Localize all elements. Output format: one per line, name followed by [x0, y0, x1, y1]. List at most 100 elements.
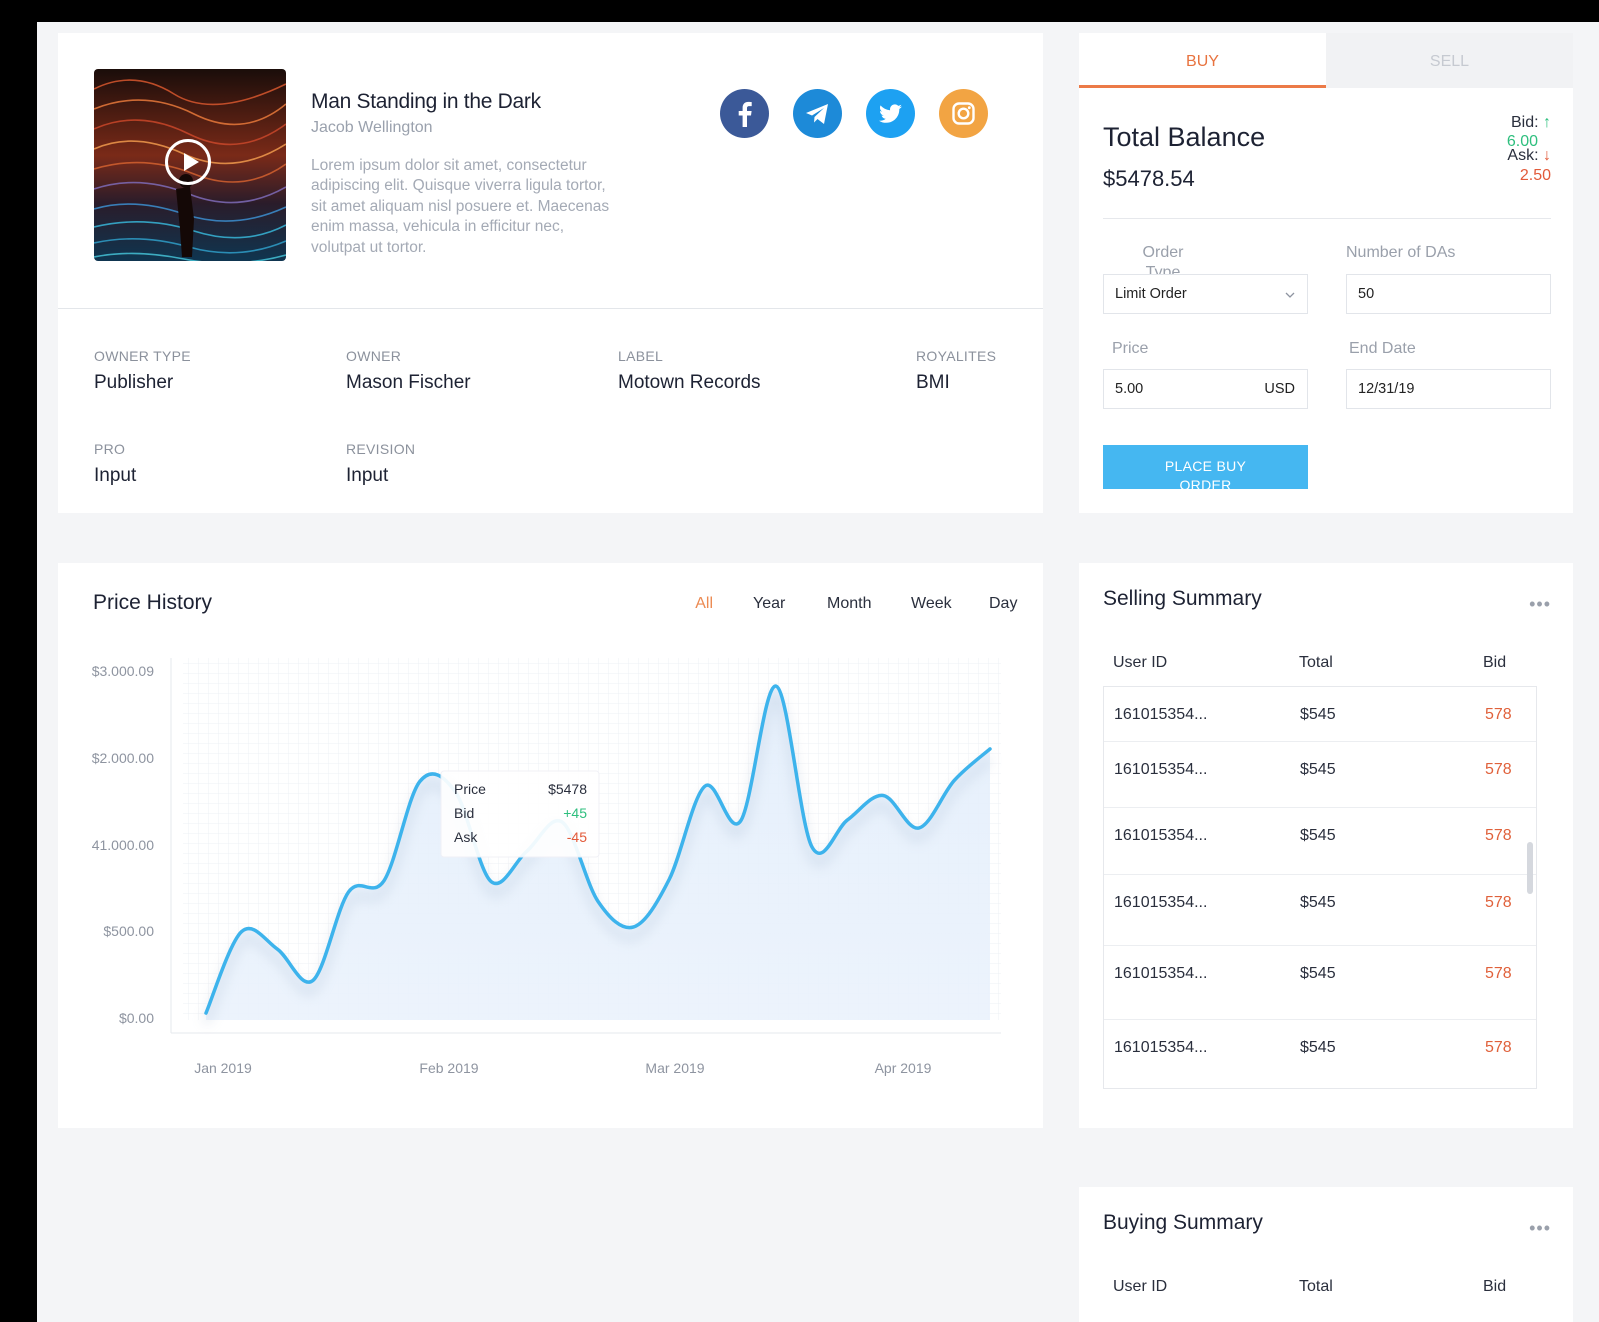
owner-type-value: Publisher [94, 372, 174, 393]
x-tick-label: Jan 2019 [194, 1060, 252, 1076]
table-row[interactable]: 161015354... $545 578 [1104, 807, 1536, 875]
revision-value: Input [346, 465, 389, 486]
price-point [917, 826, 920, 830]
cell-bid: 578 [1485, 706, 1512, 723]
cell-user-id: 161015354... [1114, 965, 1208, 982]
play-button[interactable] [165, 139, 211, 185]
chart-tooltip: Price $5478 Bid +45 Ask -45 [440, 770, 600, 858]
royalites-value: BMI [916, 372, 950, 393]
tab-sell[interactable]: SELL [1326, 33, 1573, 88]
column-header-bid[interactable]: Bid [1483, 654, 1506, 672]
table-row[interactable]: 161015354... $545 578 [1104, 874, 1536, 946]
price-history-chart: $3.000.09$2.000.0041.000.00$500.00$0.00 … [92, 658, 1001, 1076]
range-tab-all[interactable]: All [691, 594, 713, 614]
number-of-das-input[interactable]: 50 [1346, 274, 1551, 314]
more-options-icon[interactable]: ••• [1529, 1218, 1551, 1239]
column-header-user-id[interactable]: User ID [1113, 1278, 1167, 1296]
cell-user-id: 161015354... [1114, 894, 1208, 911]
tab-buy[interactable]: BUY [1079, 33, 1326, 88]
price-point [489, 880, 493, 883]
telegram-icon [806, 104, 828, 124]
ask-value: 2.50 [1519, 167, 1551, 184]
track-title: Man Standing in the Dark [311, 90, 541, 113]
end-date-label: End Date [1349, 340, 1416, 357]
price-history-title: Price History [93, 591, 213, 614]
bid-label: Bid: [1510, 114, 1539, 131]
column-header-user-id[interactable]: User ID [1113, 654, 1167, 672]
price-label: Price [1112, 340, 1149, 357]
y-tick-label: 41.000.00 [92, 837, 154, 853]
cell-user-id: 161015354... [1114, 761, 1208, 778]
cell-user-id: 161015354... [1114, 706, 1208, 723]
table-row[interactable]: 161015354... $545 578 [1104, 945, 1536, 1020]
buying-summary-card: Buying Summary ••• User ID Total Bid [1079, 1187, 1573, 1322]
owner-label: OWNER [346, 348, 402, 364]
selling-summary-table: 161015354... $545 578 161015354... $545 578 16… [1103, 686, 1537, 1089]
y-tick-label: $3.000.09 [92, 663, 154, 679]
tooltip-price-label: Price [454, 781, 486, 797]
tooltip-price-value: $5478 [548, 781, 587, 797]
cell-total: $545 [1300, 965, 1336, 982]
price-input[interactable]: 5.00 USD [1103, 369, 1308, 409]
cell-total: $545 [1300, 1039, 1336, 1056]
cell-bid: 578 [1485, 761, 1512, 778]
twitter-share-button[interactable] [866, 89, 915, 138]
twitter-icon [879, 104, 902, 123]
track-card: Man Standing in the Dark Jacob Wellingto… [58, 33, 1043, 513]
telegram-share-button[interactable] [793, 89, 842, 138]
label-label: LABEL [618, 348, 664, 364]
owner-value: Mason Fischer [346, 372, 471, 393]
selling-table-scrollbar[interactable] [1527, 842, 1533, 894]
selling-summary-title: Selling Summary [1103, 587, 1262, 610]
y-axis-ticks: $3.000.09 $2.000.00 41.000.00 $500.00 $0.00 [92, 663, 155, 1026]
price-point [668, 878, 671, 881]
facebook-share-button[interactable] [720, 89, 769, 138]
more-options-icon[interactable]: ••• [1529, 594, 1551, 615]
ask-label: Ask: [1507, 147, 1539, 164]
buying-summary-title: Buying Summary [1103, 1211, 1263, 1234]
x-axis-ticks: Jan 2019 Feb 2019 Mar 2019 Apr 2019 [194, 1060, 931, 1076]
selling-summary-card: Selling Summary ••• User ID Total Bid 16… [1079, 563, 1573, 1128]
cell-total: $545 [1300, 894, 1336, 911]
cell-user-id: 161015354... [1114, 827, 1208, 844]
column-header-total[interactable]: Total [1299, 1278, 1333, 1296]
price-point [382, 879, 386, 882]
order-card: BUY SELL Total Balance $5478.54 Bid: ↑ 6… [1079, 33, 1573, 513]
chevron-down-icon [1285, 292, 1295, 298]
cell-total: $545 [1300, 706, 1336, 723]
facebook-icon [738, 101, 752, 127]
price-point [204, 1011, 208, 1015]
total-balance-title: Total Balance [1103, 122, 1266, 152]
instagram-share-button[interactable] [939, 89, 988, 138]
tooltip-bid-value: +45 [563, 805, 587, 821]
price-point [846, 818, 849, 822]
pro-label: PRO [94, 441, 126, 457]
table-row[interactable]: 161015354... $545 578 [1104, 741, 1536, 808]
tooltip-bid-label: Bid [454, 805, 474, 821]
price-point [953, 779, 956, 782]
total-balance-amount: $5478.54 [1103, 166, 1195, 191]
range-tab-week[interactable]: Week [911, 594, 952, 614]
table-row[interactable]: 161015354... $545 578 [1104, 687, 1536, 742]
album-cover[interactable] [94, 69, 286, 261]
price-point [988, 747, 992, 751]
end-date-input[interactable]: 12/31/19 [1346, 369, 1551, 409]
cell-user-id: 161015354... [1114, 1039, 1208, 1056]
track-artist[interactable]: Jacob Wellington [311, 119, 433, 137]
range-tab-year[interactable]: Year [753, 594, 785, 614]
order-type-select[interactable]: Limit Order [1103, 274, 1308, 314]
y-tick-label: $500.00 [103, 923, 154, 939]
range-tab-month[interactable]: Month [827, 594, 871, 614]
price-point [881, 794, 885, 797]
price-point [276, 947, 279, 951]
column-header-bid[interactable]: Bid [1483, 1278, 1506, 1296]
arrow-up-icon: ↑ [1543, 114, 1551, 131]
range-tab-day[interactable]: Day [989, 594, 1017, 614]
arrow-down-icon: ↓ [1543, 147, 1551, 164]
place-buy-order-button[interactable]: PLACE BUY ORDER [1103, 445, 1308, 489]
price-point [596, 900, 600, 903]
table-row[interactable]: 161015354... $545 578 [1104, 1019, 1536, 1088]
number-of-das-label: Number of DAs [1346, 244, 1456, 261]
y-tick-label: $0.00 [119, 1010, 154, 1026]
column-header-total[interactable]: Total [1299, 654, 1333, 672]
